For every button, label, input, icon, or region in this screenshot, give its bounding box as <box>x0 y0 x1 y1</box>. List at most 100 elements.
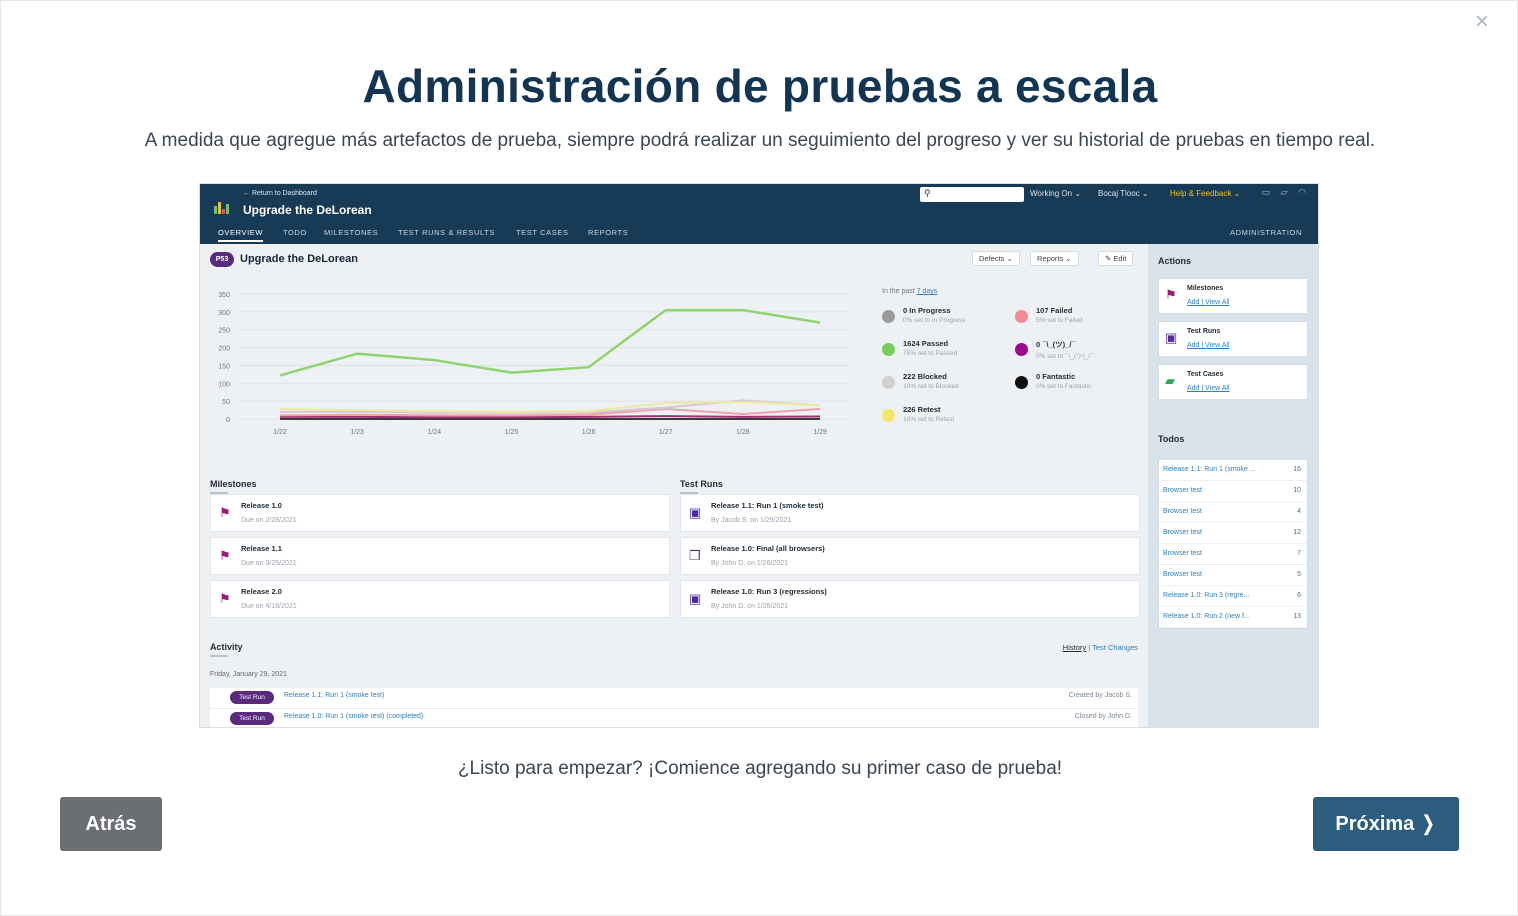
app-header: ← Return to Dashboard Upgrade the DeLore… <box>200 184 1318 244</box>
todos-heading: Todos <box>1158 434 1185 444</box>
tab-test-cases[interactable]: TEST CASES <box>516 228 569 237</box>
period-link[interactable]: 7 days <box>917 288 938 295</box>
stacked-runs-icon: ❐ <box>689 548 701 563</box>
activity-link[interactable]: Release 1.1: Run 1 (smoke test) <box>284 692 384 699</box>
tab-test-runs[interactable]: TEST RUNS & RESULTS <box>398 228 495 237</box>
test-run-title: Release 1.1: Run 1 (smoke test) <box>711 501 824 510</box>
milestone-card[interactable]: ⚑ Release 1.1 Due on 3/25/2021 <box>210 537 670 575</box>
todo-item[interactable]: Browser test 7 <box>1159 544 1307 565</box>
todo-name: Release 1.0: Run 3 (regre... <box>1163 592 1250 599</box>
defects-button[interactable]: Defects ⌄ <box>972 251 1020 266</box>
project-name: Upgrade the DeLorean <box>243 203 372 217</box>
project-badge: P53 <box>210 252 234 267</box>
action-card-milestones[interactable]: ⚑ Milestones Add | View All <box>1158 278 1308 314</box>
tab-administration[interactable]: ADMINISTRATION <box>1230 228 1302 237</box>
series-line <box>280 415 821 419</box>
y-tick-label: 0 <box>226 417 230 424</box>
status-label: 0 ¯\_(ツ)_/¯ <box>1036 340 1076 349</box>
x-tick-label: 1/28 <box>736 429 750 436</box>
reports-button[interactable]: Reports ⌄ <box>1030 251 1079 266</box>
clipboard-icon: ▣ <box>689 505 702 520</box>
milestone-card[interactable]: ⚑ Release 2.0 Due on 4/18/2021 <box>210 580 670 618</box>
x-tick-label: 1/25 <box>505 429 519 436</box>
back-button[interactable]: Atrás <box>60 797 162 851</box>
milestone-title: Release 1.0 <box>241 501 282 510</box>
todo-item[interactable]: Release 1.0: Run 2 (new f... 13 <box>1159 607 1307 628</box>
status-stat: 222 Blocked 10% set to Blocked <box>882 372 1002 398</box>
test-run-card[interactable]: ❐ Release 1.0: Final (all browsers) By J… <box>680 537 1140 575</box>
flag-icon: ⚑ <box>219 548 231 563</box>
todo-item[interactable]: Release 1.0: Run 3 (regre... 6 <box>1159 586 1307 607</box>
todo-name: Browser test <box>1163 508 1202 515</box>
activity-heading: Activity <box>210 642 243 657</box>
test-run-by: By John D. on 1/25/2021 <box>711 603 789 610</box>
activity-row[interactable]: Test Run Release 1.0: Run 1 (smoke test)… <box>210 709 1138 727</box>
status-stat: 226 Retest 10% set to Retest <box>882 405 1002 431</box>
test-run-card[interactable]: ▣ Release 1.0: Run 3 (regressions) By Jo… <box>680 580 1140 618</box>
action-links[interactable]: Add | View All <box>1187 385 1230 392</box>
overview-title: Upgrade the DeLorean <box>240 253 358 265</box>
test-run-by: By Jacob S. on 1/29/2021 <box>711 517 792 524</box>
todo-count: 4 <box>1297 508 1301 515</box>
y-tick-label: 200 <box>218 346 230 353</box>
status-dot-icon <box>882 310 895 323</box>
action-links[interactable]: Add | View All <box>1187 299 1230 306</box>
user-menu[interactable]: Bocaj Tlooc ⌄ <box>1098 189 1149 198</box>
x-tick-label: 1/27 <box>659 429 673 436</box>
status-label: 0 In Progress <box>903 306 951 315</box>
test-changes-link[interactable]: Test Changes <box>1092 643 1138 652</box>
header-icons[interactable]: ▭ ▱ ◠ <box>1262 187 1310 198</box>
clipboard-icon: ▣ <box>689 591 702 606</box>
test-runs-heading: Test Runs <box>680 479 723 494</box>
status-sub: 10% set to Blocked <box>903 383 959 390</box>
todo-count: 16 <box>1293 466 1301 473</box>
todo-count: 5 <box>1297 571 1301 578</box>
action-card-test-cases[interactable]: ▰ Test Cases Add | View All <box>1158 364 1308 400</box>
sidebar: Actions ⚑ Milestones Add | View All ▣ Te… <box>1148 244 1318 727</box>
close-icon[interactable]: × <box>1469 9 1495 35</box>
test-run-card[interactable]: ▣ Release 1.1: Run 1 (smoke test) By Jac… <box>680 494 1140 532</box>
tab-todo[interactable]: TODO <box>283 228 307 237</box>
return-to-dashboard-link[interactable]: ← Return to Dashboard <box>243 190 317 197</box>
tab-reports[interactable]: REPORTS <box>588 228 628 237</box>
help-feedback-menu[interactable]: Help & Feedback ⌄ <box>1170 189 1240 198</box>
x-tick-label: 1/23 <box>350 429 364 436</box>
history-link[interactable]: History <box>1063 643 1086 652</box>
y-tick-label: 100 <box>218 381 230 388</box>
activity-tabs: History | Test Changes <box>1063 643 1138 652</box>
milestones-heading: Milestones <box>210 479 257 494</box>
status-sub: 0% set to In Progress <box>903 317 966 324</box>
todo-count: 7 <box>1297 550 1301 557</box>
todo-item[interactable]: Browser test 12 <box>1159 523 1307 544</box>
tab-overview[interactable]: OVERVIEW <box>218 228 264 242</box>
todo-list: Release 1.1: Run 1 (smoke ... 16 Browser … <box>1158 459 1308 629</box>
status-stat: 0 In Progress 0% set to In Progress <box>882 306 1002 332</box>
activity-type-badge: Test Run <box>230 691 274 704</box>
tab-milestones[interactable]: MILESTONES <box>324 228 378 237</box>
todo-item[interactable]: Browser test 10 <box>1159 481 1307 502</box>
activity-row[interactable]: Test Run Release 1.1: Run 1 (smoke test)… <box>210 688 1138 708</box>
todo-item[interactable]: Browser test 4 <box>1159 502 1307 523</box>
next-button[interactable]: Próxima ❭ <box>1313 797 1459 851</box>
y-tick-label: 150 <box>218 363 230 370</box>
edit-button[interactable]: ✎ Edit <box>1098 251 1134 266</box>
modal-subtitle: A medida que agregue más artefactos de p… <box>144 130 1376 151</box>
activity-author: Created by Jacob S. <box>1068 692 1132 699</box>
action-card-test-runs[interactable]: ▣ Test Runs Add | View All <box>1158 321 1308 357</box>
milestone-card[interactable]: ⚑ Release 1.0 Due on 2/28/2021 <box>210 494 670 532</box>
todo-item[interactable]: Browser test 5 <box>1159 565 1307 586</box>
todo-item[interactable]: Release 1.1: Run 1 (smoke ... 16 <box>1159 460 1307 481</box>
search-input[interactable]: ⚲ <box>920 187 1024 202</box>
todo-name: Browser test <box>1163 550 1202 557</box>
activity-link[interactable]: Release 1.0: Run 1 (smoke test) (complet… <box>284 713 423 720</box>
status-dot-icon <box>1015 310 1028 323</box>
series-line <box>279 400 821 413</box>
working-on-menu[interactable]: Working On ⌄ <box>1030 189 1081 198</box>
status-sub: 0% set to Fantastic <box>1036 383 1092 390</box>
action-links[interactable]: Add | View All <box>1187 342 1230 349</box>
project-nav: OVERVIEW TODO MILESTONES TEST RUNS & RES… <box>200 226 1318 244</box>
action-title: Test Runs <box>1187 328 1221 335</box>
y-tick-label: 250 <box>218 328 230 335</box>
status-dot-icon <box>882 376 895 389</box>
status-dot-icon <box>882 409 895 422</box>
